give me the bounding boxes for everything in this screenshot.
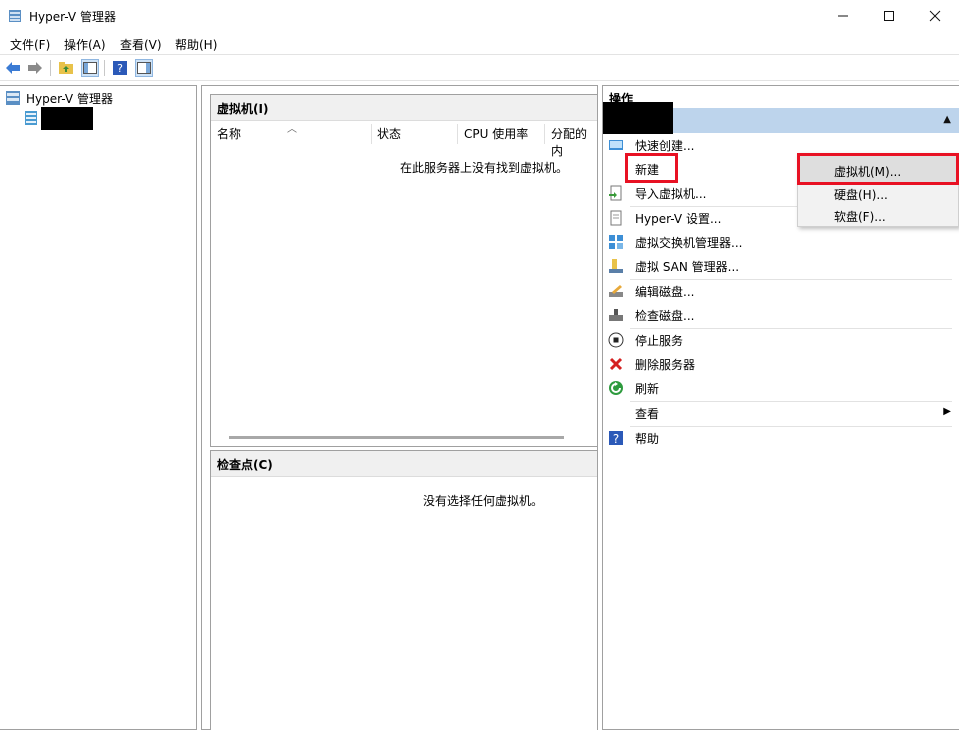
tree-root-label: Hyper-V 管理器 bbox=[26, 91, 113, 106]
stop-icon bbox=[608, 332, 624, 348]
action-remove-server[interactable]: 删除服务器 bbox=[608, 353, 953, 375]
column-name[interactable]: 名称 bbox=[217, 125, 241, 142]
folder-up-icon bbox=[59, 62, 73, 74]
checkpoints-section: 检查点(C) 没有选择任何虚拟机。 bbox=[210, 450, 598, 730]
highlight-virtual-machine-box bbox=[797, 153, 959, 185]
svg-text:?: ? bbox=[613, 432, 619, 446]
action-virtual-switch-manager[interactable]: 虚拟交换机管理器... bbox=[608, 231, 953, 253]
action-label: 快速创建... bbox=[635, 139, 695, 153]
column-assigned-memory[interactable]: 分配的内 bbox=[551, 125, 597, 159]
checkpoint-empty-message: 没有选择任何虚拟机。 bbox=[423, 494, 544, 508]
settings-page-icon bbox=[610, 210, 622, 226]
column-status[interactable]: 状态 bbox=[377, 125, 401, 142]
column-divider[interactable] bbox=[371, 124, 372, 144]
toolbar-separator bbox=[104, 60, 105, 76]
minimize-icon bbox=[838, 15, 848, 17]
action-label: 查看 bbox=[635, 407, 660, 421]
menu-file[interactable]: 文件(F) bbox=[10, 36, 50, 53]
submenu-item-hard-disk[interactable]: 硬盘(H)... bbox=[834, 186, 888, 203]
vm-column-headers: 名称 ︿ 状态 CPU 使用率 分配的内 bbox=[211, 122, 597, 158]
sort-ascending-icon: ︿ bbox=[287, 124, 297, 135]
show-action-pane-button[interactable] bbox=[135, 59, 153, 77]
checkpoint-section-title: 检查点(C) bbox=[211, 451, 597, 477]
close-button[interactable] bbox=[912, 0, 958, 32]
submenu-arrow-icon: ▶ bbox=[943, 406, 951, 417]
submenu-item-floppy-disk[interactable]: 软盘(F)... bbox=[834, 208, 886, 225]
action-label: 虚拟交换机管理器... bbox=[635, 236, 743, 250]
action-label: 帮助 bbox=[635, 432, 660, 446]
import-vm-icon bbox=[609, 185, 622, 201]
action-view[interactable]: 查看 ▶ bbox=[608, 402, 953, 424]
show-tree-button[interactable] bbox=[81, 59, 99, 77]
maximize-icon bbox=[884, 11, 894, 21]
up-folder-button[interactable] bbox=[57, 59, 75, 77]
action-label: 检查磁盘... bbox=[635, 309, 695, 323]
menu-action[interactable]: 操作(A) bbox=[64, 36, 106, 53]
action-label: 停止服务 bbox=[635, 334, 684, 348]
collapse-caret-icon[interactable]: ▲ bbox=[943, 114, 951, 125]
edit-disk-icon bbox=[609, 285, 623, 297]
toolbar-separator bbox=[50, 60, 51, 76]
console-tree-icon bbox=[83, 62, 97, 74]
window-title: Hyper-V 管理器 bbox=[29, 10, 116, 24]
action-stop-service[interactable]: 停止服务 bbox=[608, 329, 953, 351]
action-label: Hyper-V 设置... bbox=[635, 212, 722, 226]
hyperv-app-icon bbox=[9, 10, 21, 22]
column-divider[interactable] bbox=[544, 124, 545, 144]
minimize-button[interactable] bbox=[820, 0, 866, 32]
horizontal-scrollbar[interactable] bbox=[229, 436, 564, 439]
delete-x-icon bbox=[609, 357, 623, 371]
toolbar: ? bbox=[0, 54, 959, 81]
menu-view[interactable]: 查看(V) bbox=[120, 36, 162, 53]
tree-item-server[interactable] bbox=[23, 106, 93, 130]
hyperv-manager-icon bbox=[6, 91, 20, 105]
action-label: 编辑磁盘... bbox=[635, 285, 695, 299]
forward-arrow-icon bbox=[28, 62, 42, 74]
vm-section-title: 虚拟机(I) bbox=[211, 95, 597, 121]
close-icon bbox=[929, 10, 941, 22]
forward-button[interactable] bbox=[26, 59, 44, 77]
highlight-new-box bbox=[625, 153, 678, 183]
server-icon bbox=[25, 111, 37, 125]
console-tree-pane: Hyper-V 管理器 bbox=[0, 85, 197, 730]
action-edit-disk[interactable]: 编辑磁盘... bbox=[608, 280, 953, 302]
quick-create-icon bbox=[609, 140, 623, 150]
help-toolbar-button[interactable]: ? bbox=[111, 59, 129, 77]
action-label: 删除服务器 bbox=[635, 358, 696, 372]
action-help[interactable]: ? 帮助 bbox=[608, 427, 953, 449]
refresh-icon bbox=[609, 381, 623, 395]
svg-text:?: ? bbox=[117, 62, 123, 75]
action-virtual-san-manager[interactable]: 虚拟 SAN 管理器... bbox=[608, 255, 953, 277]
help-icon: ? bbox=[113, 61, 127, 75]
menu-bar: 文件(F) 操作(A) 查看(V) 帮助(H) bbox=[0, 32, 959, 54]
action-label: 虚拟 SAN 管理器... bbox=[635, 260, 740, 274]
inspect-disk-icon bbox=[609, 309, 623, 321]
action-pane-icon bbox=[137, 62, 151, 74]
results-pane: 虚拟机(I) 名称 ︿ 状态 CPU 使用率 分配的内 在此服务器上没有找到虚拟… bbox=[201, 85, 598, 730]
column-divider[interactable] bbox=[457, 124, 458, 144]
tree-root-hyperv-manager[interactable]: Hyper-V 管理器 bbox=[5, 90, 113, 106]
vm-empty-message: 在此服务器上没有找到虚拟机。 bbox=[400, 161, 569, 175]
virtual-machines-section: 虚拟机(I) 名称 ︿ 状态 CPU 使用率 分配的内 在此服务器上没有找到虚拟… bbox=[210, 94, 598, 447]
action-refresh[interactable]: 刷新 bbox=[608, 377, 953, 399]
redacted-server-header bbox=[603, 102, 673, 134]
maximize-button[interactable] bbox=[866, 0, 912, 32]
back-button[interactable] bbox=[4, 59, 22, 77]
column-cpu-usage[interactable]: CPU 使用率 bbox=[464, 125, 528, 142]
action-label: 刷新 bbox=[635, 382, 660, 396]
title-bar: Hyper-V 管理器 bbox=[0, 0, 959, 32]
virtual-switch-icon bbox=[609, 235, 623, 249]
back-arrow-icon bbox=[6, 62, 20, 74]
redacted-server-name bbox=[41, 106, 93, 130]
action-inspect-disk[interactable]: 检查磁盘... bbox=[608, 304, 953, 326]
menu-help[interactable]: 帮助(H) bbox=[175, 36, 217, 53]
help-icon: ? bbox=[609, 431, 623, 446]
virtual-san-icon bbox=[609, 259, 623, 273]
action-label: 导入虚拟机... bbox=[635, 187, 707, 201]
